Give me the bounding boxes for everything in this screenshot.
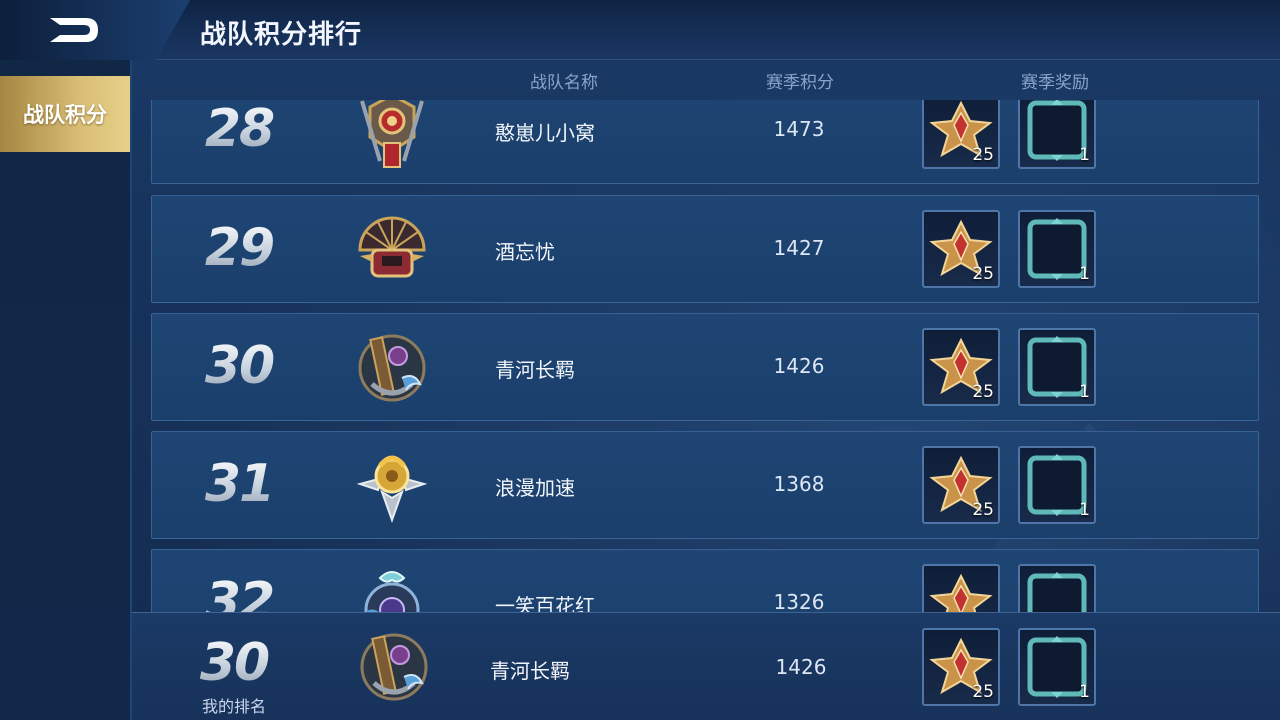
my-team-name: 青河长羁 [490,659,570,683]
reward-count: 1 [1079,500,1090,520]
reward-frame[interactable]: 1 [1018,210,1096,288]
back-button[interactable] [0,0,190,60]
ranking-row[interactable]: 32 一笑百花红 1326 25 1 [151,549,1259,612]
ranking-list[interactable]: 28 憨崽儿小窝 1473 25 1 29 酒忘忧 1427 25 1 30 青… [132,100,1280,612]
team-name: 酒忘忧 [495,240,555,264]
reward-count: 25 [972,382,994,402]
column-header-team-name: 战队名称 [530,73,598,93]
team-name: 浪漫加速 [495,476,575,500]
reward-frame[interactable]: 1 [1018,628,1096,706]
reward-badge[interactable]: 25 [922,210,1000,288]
reward-badge[interactable]: 25 [922,564,1000,612]
golden-star-emblem-icon [356,455,428,523]
team-score: 1427 [773,236,825,260]
sidebar: 战队积分 [0,60,132,720]
my-rank-label: 我的排名 [201,697,266,716]
reward-count: 1 [1079,264,1090,284]
reward-count: 25 [972,264,994,284]
team-score: 1368 [773,472,825,496]
team-score: 1426 [773,354,825,378]
reward-count: 25 [972,682,994,702]
my-team-score: 1426 [775,655,827,679]
rank-number: 29 [202,218,276,278]
rank-number: 32 [202,572,276,612]
rank-number: 28 [202,100,276,159]
reward-badge[interactable]: 25 [922,100,1000,169]
reward-frame[interactable]: 1 [1018,446,1096,524]
gold-badge-reward-icon [929,573,993,612]
column-header-season-reward: 赛季奖励 [1021,73,1089,93]
reward-count: 1 [1079,682,1090,702]
dragon-orb-emblem-icon [364,571,420,612]
reward-badge[interactable]: 25 [922,446,1000,524]
anchor-wave-emblem-icon [358,334,426,402]
reward-frame[interactable]: 1 [1018,328,1096,406]
ranking-row[interactable]: 31 浪漫加速 1368 25 1 [151,431,1259,539]
reward-badge[interactable]: 25 [922,628,1000,706]
reward-count: 25 [972,500,994,520]
ranking-row[interactable]: 29 酒忘忧 1427 25 1 [151,195,1259,303]
rank-number: 30 [202,336,276,396]
ranking-row[interactable]: 30 青河长羁 1426 25 1 [151,313,1259,421]
reward-frame[interactable]: 1 [1018,564,1096,612]
team-name: 憨崽儿小窝 [495,121,595,145]
my-rank-bar[interactable]: 30 我的排名 青河长羁 1426 25 1 [132,612,1280,720]
anchor-wave-emblem-icon [360,633,428,701]
shield-banner-emblem-icon [360,100,424,168]
reward-count: 1 [1079,382,1090,402]
my-rank-number: 30 [196,633,272,693]
reward-badge[interactable]: 25 [922,328,1000,406]
reward-count: 1 [1079,145,1090,165]
column-header-season-score: 赛季积分 [766,73,834,93]
team-score: 1326 [773,590,825,612]
reward-count: 25 [972,145,994,165]
tab-team-points[interactable]: 战队积分 [0,76,130,152]
team-name: 一笑百花红 [495,594,595,612]
page-title: 战队积分排行 [200,20,363,50]
ranking-row[interactable]: 28 憨崽儿小窝 1473 25 1 [151,100,1259,184]
rank-number: 31 [202,454,276,514]
top-bar: 战队积分排行 [0,0,1280,60]
team-score: 1473 [773,117,825,141]
fan-helmet-emblem-icon [358,216,426,278]
team-name: 青河长羁 [495,358,575,382]
reward-frame[interactable]: 1 [1018,100,1096,169]
back-arrow-icon [50,18,98,42]
avatar-frame-reward-icon [1027,572,1087,612]
